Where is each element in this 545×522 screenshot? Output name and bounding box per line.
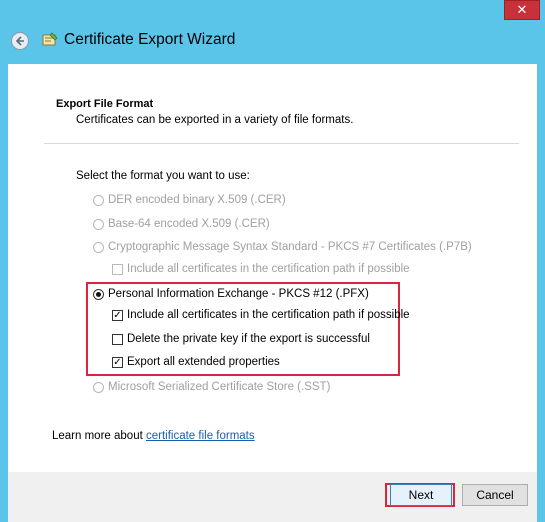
base64-label: Base-64 encoded X.509 (.CER) bbox=[108, 218, 270, 230]
pfx-include-checkbox[interactable]: ✓ bbox=[112, 309, 123, 321]
sst-label: Microsoft Serialized Certificate Store (… bbox=[108, 381, 331, 393]
der-radio[interactable] bbox=[93, 194, 104, 206]
option-pfx-export-ext[interactable]: ✓ Export all extended properties bbox=[112, 354, 280, 370]
close-button[interactable]: ✕ bbox=[504, 0, 540, 20]
pkcs7-include-label: Include all certificates in the certific… bbox=[127, 263, 410, 275]
window-frame-right bbox=[537, 64, 545, 522]
wizard-title: Certificate Export Wizard bbox=[64, 31, 236, 48]
back-button[interactable] bbox=[11, 32, 29, 50]
pfx-export-ext-label: Export all extended properties bbox=[127, 356, 280, 368]
header-separator bbox=[44, 143, 519, 144]
option-der[interactable]: DER encoded binary X.509 (.CER) bbox=[93, 192, 286, 208]
pfx-label: Personal Information Exchange - PKCS #12… bbox=[108, 288, 369, 300]
option-pfx[interactable]: Personal Information Exchange - PKCS #12… bbox=[93, 286, 369, 302]
der-label: DER encoded binary X.509 (.CER) bbox=[108, 194, 286, 206]
sst-radio[interactable] bbox=[93, 381, 104, 393]
pfx-delete-key-label: Delete the private key if the export is … bbox=[127, 333, 370, 345]
back-arrow-icon bbox=[15, 36, 24, 46]
pfx-delete-key-checkbox[interactable] bbox=[112, 333, 123, 345]
pkcs7-include-checkbox[interactable] bbox=[112, 263, 123, 275]
learn-more-prefix: Learn more about bbox=[52, 430, 146, 442]
pfx-export-ext-checkbox[interactable]: ✓ bbox=[112, 356, 123, 368]
pkcs7-label: Cryptographic Message Syntax Standard - … bbox=[108, 241, 472, 253]
format-prompt: Select the format you want to use: bbox=[76, 170, 250, 182]
learn-more-text: Learn more about certificate file format… bbox=[52, 430, 255, 442]
window-frame-left bbox=[0, 64, 8, 522]
certificate-wizard-icon bbox=[42, 32, 58, 46]
cancel-button[interactable]: Cancel bbox=[462, 484, 528, 506]
next-button[interactable]: Next bbox=[390, 484, 452, 506]
pkcs7-radio[interactable] bbox=[93, 241, 104, 253]
section-subtitle: Certificates can be exported in a variet… bbox=[76, 114, 354, 126]
option-base64[interactable]: Base-64 encoded X.509 (.CER) bbox=[93, 216, 270, 232]
option-pkcs7[interactable]: Cryptographic Message Syntax Standard - … bbox=[93, 239, 472, 255]
wizard-footer bbox=[8, 472, 537, 522]
section-title: Export File Format bbox=[56, 98, 154, 110]
base64-radio[interactable] bbox=[93, 218, 104, 230]
certificate-file-formats-link[interactable]: certificate file formats bbox=[146, 430, 255, 442]
option-pfx-delete-key[interactable]: Delete the private key if the export is … bbox=[112, 331, 370, 347]
pfx-radio[interactable] bbox=[93, 288, 104, 300]
pfx-include-label: Include all certificates in the certific… bbox=[127, 309, 410, 321]
option-sst[interactable]: Microsoft Serialized Certificate Store (… bbox=[93, 379, 330, 395]
option-pfx-include[interactable]: ✓ Include all certificates in the certif… bbox=[112, 307, 410, 323]
option-pkcs7-include[interactable]: Include all certificates in the certific… bbox=[112, 261, 410, 277]
